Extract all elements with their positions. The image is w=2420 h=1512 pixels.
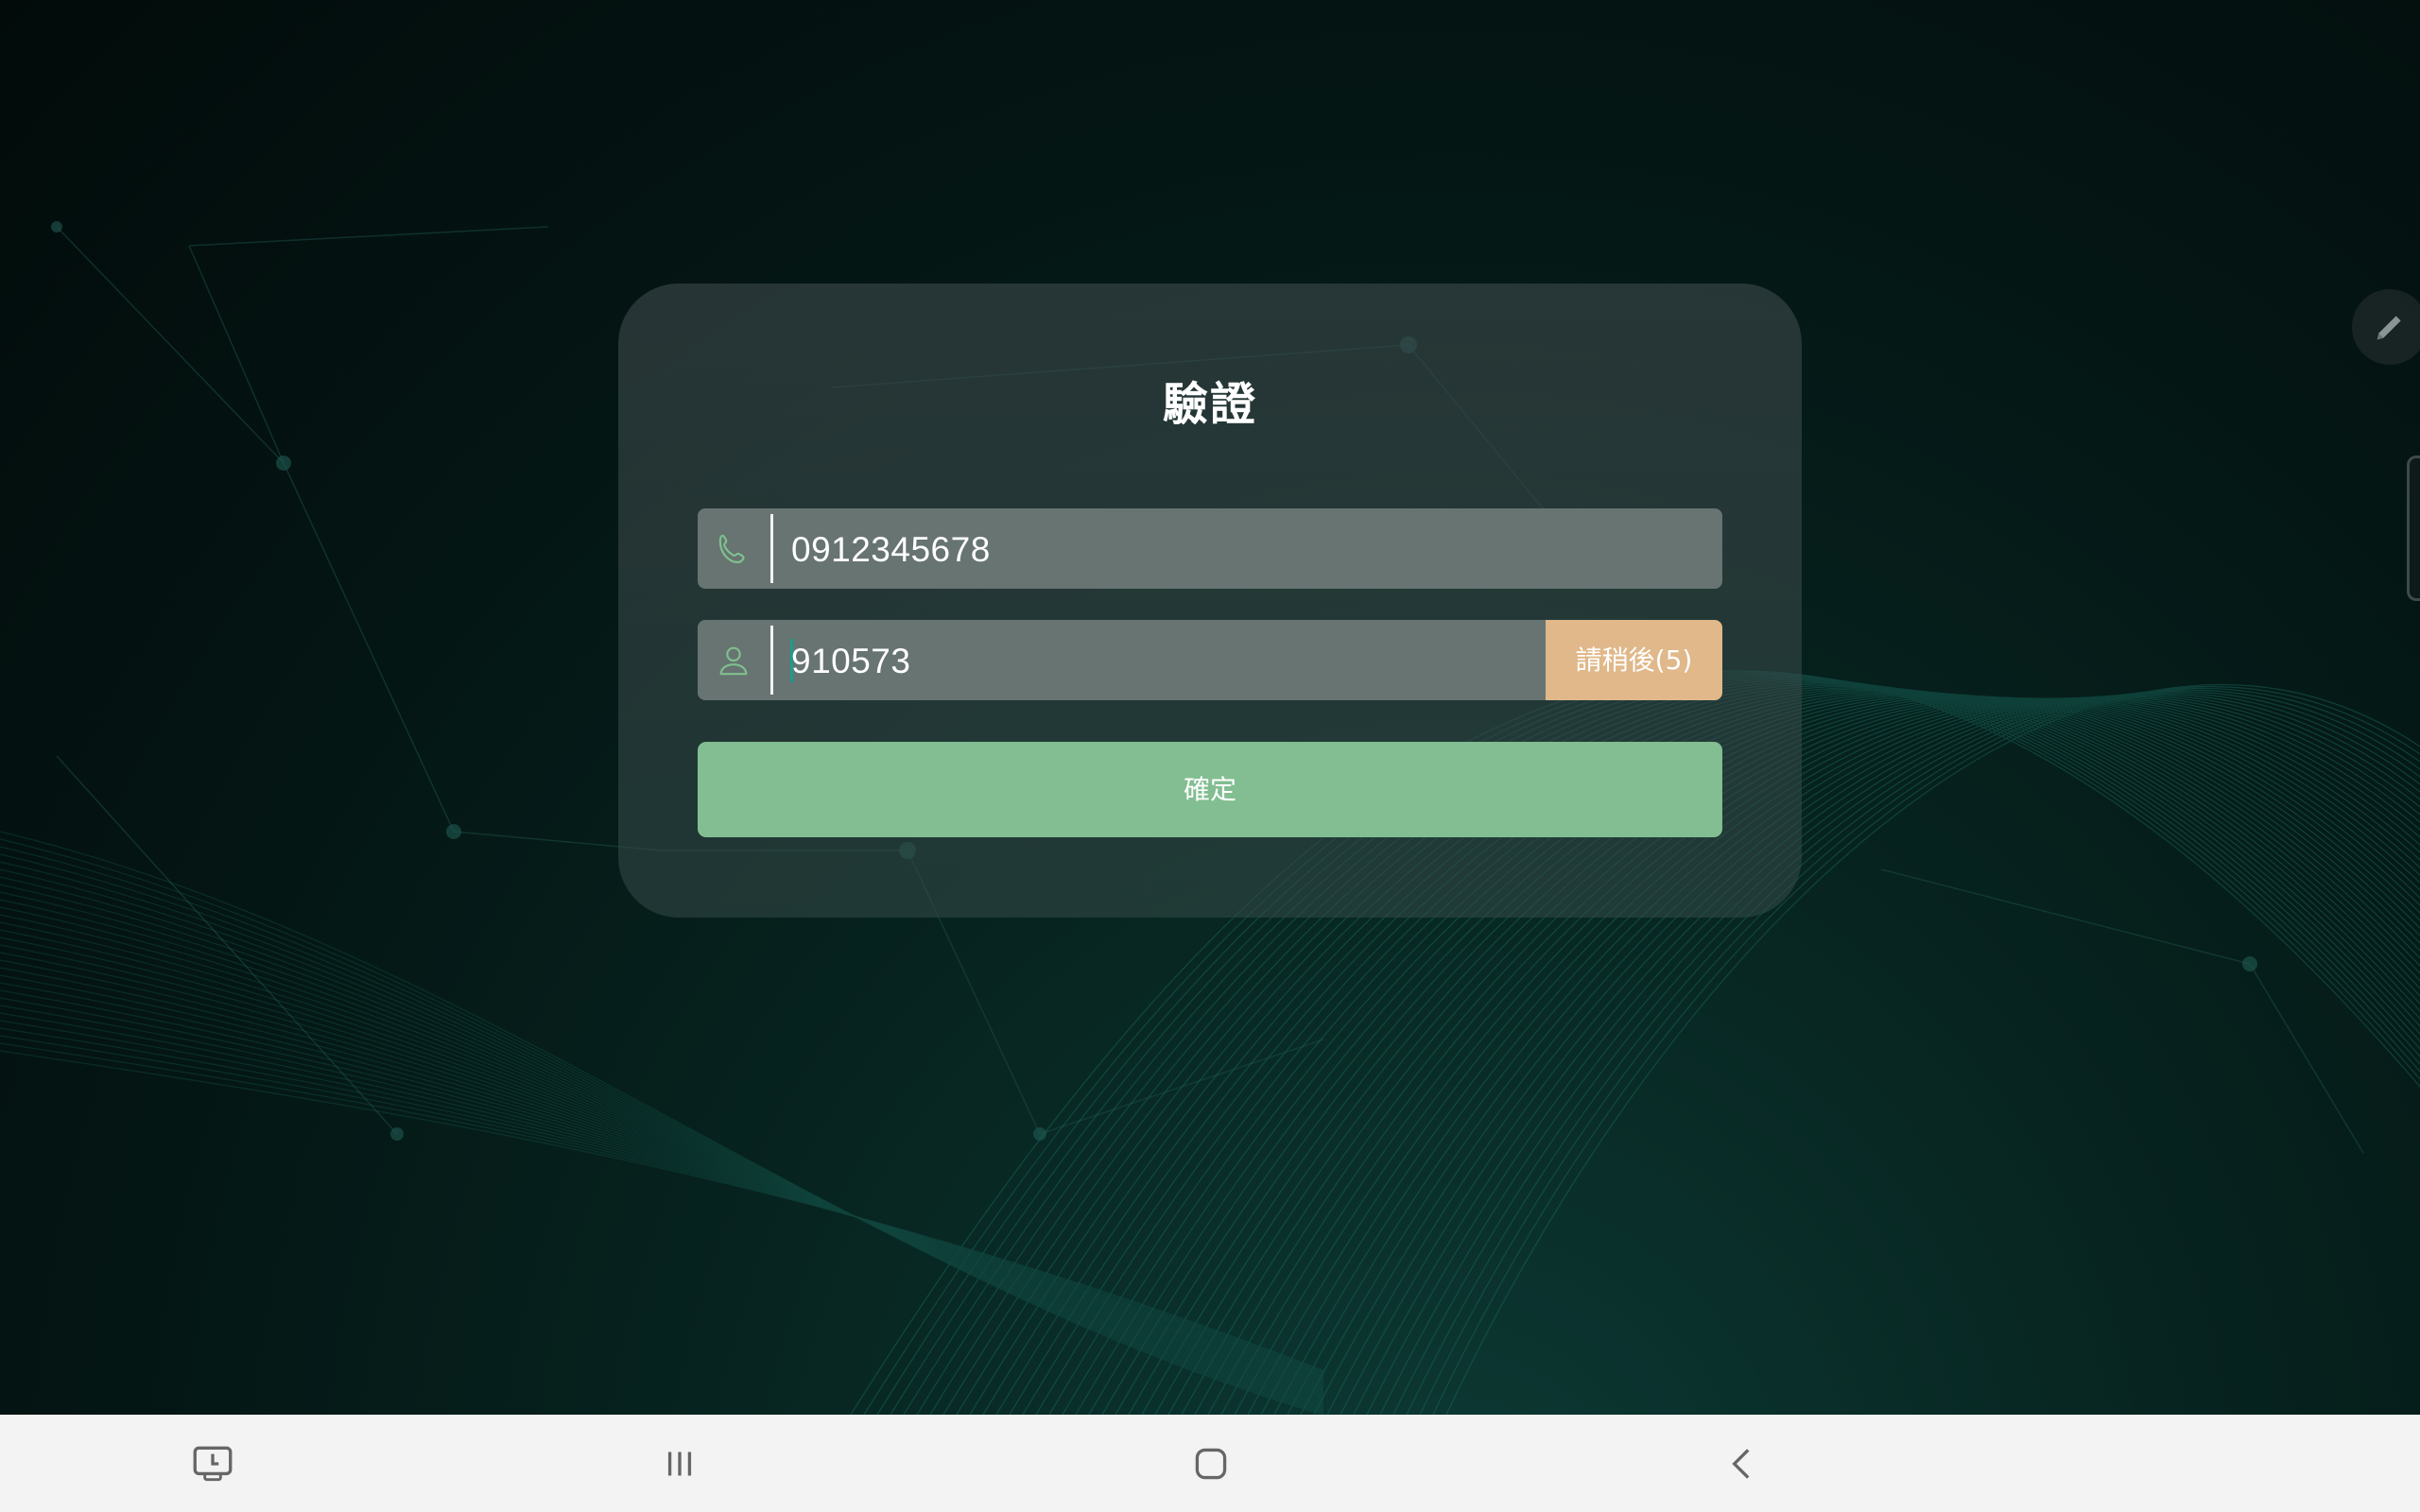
user-icon <box>698 620 769 700</box>
pencil-icon <box>2377 316 2401 340</box>
recent-apps-icon <box>667 1452 692 1475</box>
dialog-title: 驗證 <box>1162 378 1257 431</box>
screen: 驗證 0912345678 910573 請稍後(5) 確定 <box>0 0 2420 1512</box>
code-input[interactable]: 910573 <box>791 620 910 700</box>
edge-panel-handle[interactable] <box>2407 455 2420 601</box>
confirm-button[interactable]: 確定 <box>698 742 1722 837</box>
back-icon <box>1732 1448 1750 1479</box>
verification-dialog: 驗證 0912345678 910573 請稍後(5) 確定 <box>618 284 1802 918</box>
back-button[interactable] <box>1695 1415 1789 1512</box>
phone-field[interactable]: 0912345678 <box>698 508 1722 589</box>
system-navigation-bar <box>0 1415 2420 1512</box>
field-separator <box>770 514 773 583</box>
screen-share-button[interactable] <box>165 1415 260 1512</box>
phone-input[interactable]: 0912345678 <box>791 508 991 589</box>
resend-wait-button[interactable]: 請稍後(5) <box>1546 620 1722 700</box>
home-icon <box>1195 1448 1227 1479</box>
field-separator <box>770 626 773 695</box>
code-field[interactable]: 910573 請稍後(5) <box>698 620 1722 700</box>
screen-share-icon <box>193 1446 233 1481</box>
phone-icon <box>698 508 769 589</box>
recent-apps-button[interactable] <box>632 1415 727 1512</box>
home-button[interactable] <box>1164 1415 1258 1512</box>
edit-floating-button[interactable] <box>2352 289 2420 365</box>
